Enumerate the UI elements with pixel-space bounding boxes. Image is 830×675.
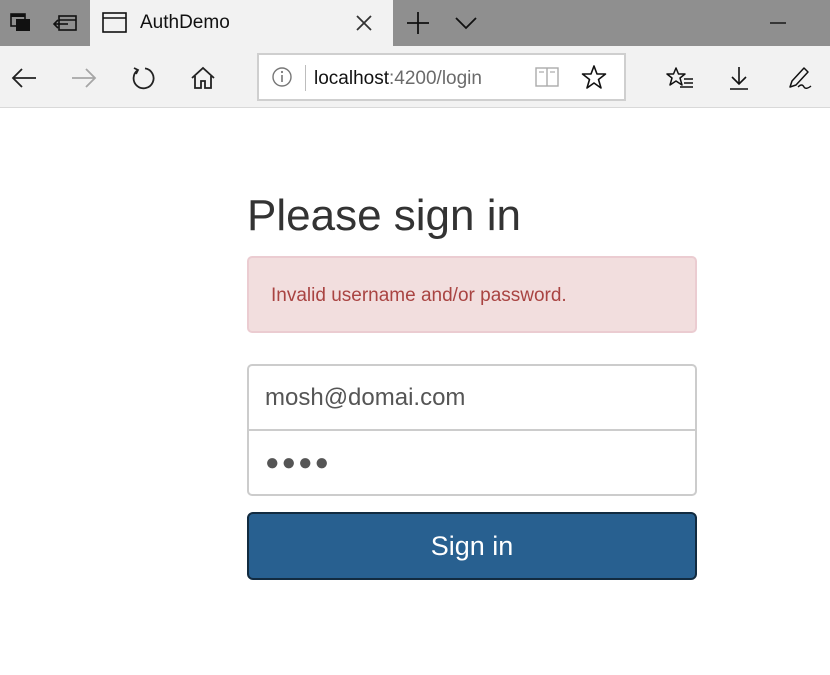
password-field[interactable] bbox=[247, 429, 697, 496]
info-icon bbox=[272, 67, 292, 87]
web-notes-button[interactable] bbox=[779, 58, 819, 98]
back-arrow-icon bbox=[11, 68, 36, 88]
site-info-button[interactable] bbox=[271, 66, 293, 93]
tab-list-button[interactable] bbox=[444, 0, 488, 46]
forward-button[interactable] bbox=[64, 58, 104, 98]
page-content: Please sign in Invalid username and/or p… bbox=[0, 108, 830, 675]
refresh-button[interactable] bbox=[123, 58, 163, 98]
sign-in-button[interactable]: Sign in bbox=[247, 512, 697, 580]
error-alert: Invalid username and/or password. bbox=[247, 256, 697, 333]
pen-icon bbox=[789, 67, 812, 89]
page-title: Please sign in bbox=[247, 191, 521, 240]
favorites-hub-button[interactable] bbox=[660, 58, 700, 98]
refresh-icon bbox=[132, 67, 155, 90]
new-tab-button[interactable] bbox=[396, 0, 440, 46]
favorites-list-icon bbox=[666, 67, 693, 88]
url-host: localhost bbox=[314, 68, 389, 89]
set-tabs-aside-icon bbox=[53, 15, 77, 31]
close-tab-button[interactable] bbox=[352, 11, 376, 35]
tabs-aside-button[interactable] bbox=[0, 0, 42, 46]
browser-toolbar: localhost:4200/login bbox=[0, 46, 830, 108]
add-favorite-button[interactable] bbox=[581, 64, 607, 95]
address-bar[interactable]: localhost:4200/login bbox=[257, 53, 626, 101]
star-icon bbox=[581, 65, 607, 89]
tab-page-icon bbox=[102, 12, 127, 33]
reading-view-icon bbox=[535, 67, 559, 87]
home-button[interactable] bbox=[183, 58, 223, 98]
tabs-aside-icon bbox=[10, 13, 30, 31]
url-divider bbox=[305, 65, 306, 91]
reading-view-button[interactable] bbox=[534, 66, 560, 93]
home-icon bbox=[191, 66, 215, 89]
tab-title: AuthDemo bbox=[140, 12, 230, 33]
chevron-down-icon bbox=[455, 17, 477, 30]
browser-tab-bar: AuthDemo bbox=[0, 0, 830, 46]
downloads-button[interactable] bbox=[719, 58, 759, 98]
plus-icon bbox=[407, 12, 429, 34]
url-path: :4200/login bbox=[389, 68, 482, 89]
close-icon bbox=[356, 15, 372, 31]
url-text[interactable]: localhost:4200/login bbox=[314, 68, 482, 90]
minimize-button[interactable] bbox=[756, 0, 800, 46]
download-icon bbox=[730, 67, 748, 90]
active-tab[interactable]: AuthDemo bbox=[90, 0, 393, 46]
minimize-icon bbox=[770, 22, 786, 24]
set-tabs-aside-button[interactable] bbox=[44, 0, 88, 46]
forward-arrow-icon bbox=[72, 68, 97, 88]
email-field[interactable] bbox=[247, 364, 697, 431]
back-button[interactable] bbox=[4, 58, 44, 98]
